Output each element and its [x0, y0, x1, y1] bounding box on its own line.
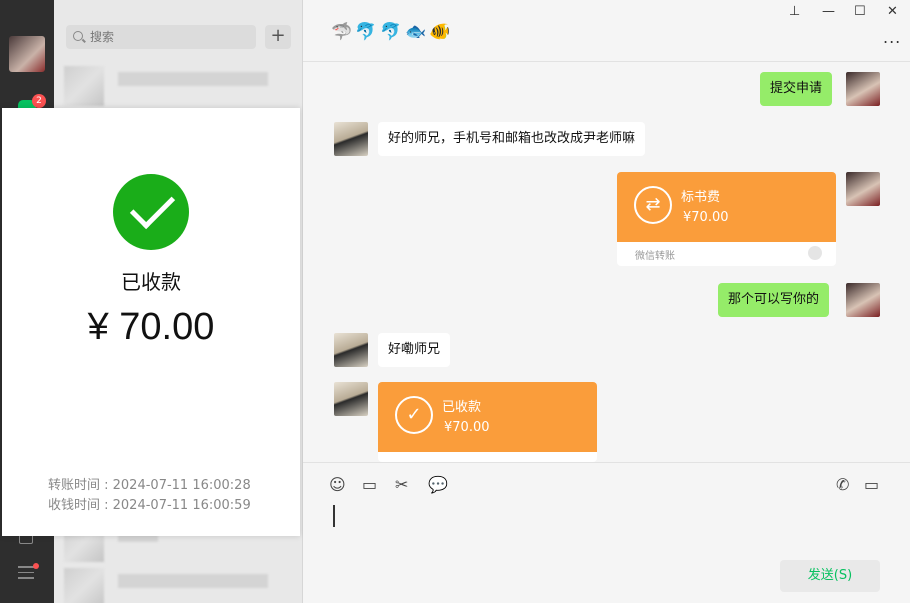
transfer-amount: ¥70.00: [444, 420, 490, 435]
minimize-button[interactable]: —: [822, 4, 835, 19]
chat-window: 🦈 🐬 🐬 🐟 🐠 ⊥ — ☐ ✕ ... 提交申请 好的师兄，手机号和邮箱也改…: [303, 0, 910, 603]
avatar[interactable]: [334, 333, 368, 367]
message-composer: ☺ ▭ ✂ 💬 ✆ ▭ 发送(S): [303, 462, 910, 603]
search-input[interactable]: 搜索: [66, 25, 256, 49]
check-icon: ✓: [395, 396, 433, 434]
more-options-icon[interactable]: ...: [883, 28, 901, 47]
transfer-card[interactable]: ⇄ 标书费 ¥70.00 微信转账: [617, 172, 836, 266]
my-avatar[interactable]: [9, 36, 45, 72]
success-check-icon: [113, 174, 189, 250]
payment-received-panel: 已收款 ¥ 70.00 转账时间 : 2024-07-11 16:00:28 收…: [2, 108, 300, 536]
menu-icon[interactable]: [18, 566, 34, 580]
chat-header: 🦈 🐬 🐬 🐟 🐠 ⊥ — ☐ ✕ ...: [303, 0, 910, 62]
folder-icon[interactable]: ▭: [362, 475, 377, 494]
scissors-icon[interactable]: ✂: [395, 475, 408, 494]
transfer-title: 标书费: [681, 190, 721, 205]
maximize-button[interactable]: ☐: [854, 4, 866, 19]
avatar: [64, 568, 104, 603]
pin-icon[interactable]: ⊥: [789, 4, 800, 19]
shield-icon: [808, 246, 822, 260]
search-icon: [73, 31, 83, 41]
dolphin-emoji-icon: 🐬: [380, 22, 402, 42]
avatar: [64, 66, 104, 106]
avatar[interactable]: [334, 382, 368, 416]
list-item[interactable]: [64, 64, 294, 106]
transfer-time: 转账时间 : 2024-07-11 16:00:28: [48, 478, 251, 493]
fish-emoji-icon: 🐟: [405, 22, 427, 42]
shark-emoji-icon: 🦈: [331, 22, 353, 42]
transfer-card[interactable]: ✓ 已收款 ¥70.00: [378, 382, 597, 462]
receive-time: 收钱时间 : 2024-07-11 16:00:59: [48, 498, 251, 513]
avatar[interactable]: [846, 72, 880, 106]
text-cursor[interactable]: [333, 505, 335, 527]
payment-status: 已收款: [121, 270, 181, 294]
menu-notification-dot: [33, 563, 39, 569]
phone-icon[interactable]: ✆: [836, 475, 849, 494]
message-bubble[interactable]: 好嘞师兄: [378, 333, 451, 367]
send-button[interactable]: 发送(S): [780, 560, 880, 592]
dolphin-emoji-icon: 🐬: [355, 22, 377, 42]
transfer-title: 已收款: [442, 400, 482, 415]
list-item[interactable]: [64, 566, 294, 603]
close-button[interactable]: ✕: [887, 4, 898, 19]
avatar[interactable]: [846, 283, 880, 317]
unread-badge: 2: [32, 94, 46, 108]
video-call-icon[interactable]: ▭: [864, 475, 879, 494]
payment-amount: ¥ 70.00: [87, 306, 215, 348]
list-item-title: [118, 72, 268, 86]
message-bubble[interactable]: 好的师兄，手机号和邮箱也改改成尹老师嘛: [378, 122, 646, 156]
transfer-arrows-icon: ⇄: [634, 186, 672, 224]
transfer-card-header: ✓ 已收款 ¥70.00: [378, 382, 597, 452]
add-button[interactable]: +: [265, 25, 291, 49]
emoji-icon[interactable]: ☺: [329, 475, 346, 494]
list-item-title: [118, 574, 268, 588]
tropical-fish-emoji-icon: 🐠: [429, 22, 451, 42]
transfer-card-header: ⇄ 标书费 ¥70.00: [617, 172, 836, 242]
search-placeholder: 搜索: [90, 30, 115, 44]
avatar[interactable]: [846, 172, 880, 206]
message-bubble[interactable]: 那个可以写你的: [718, 283, 830, 317]
avatar[interactable]: [334, 122, 368, 156]
transfer-amount: ¥70.00: [683, 210, 729, 225]
transfer-footer: 微信转账: [635, 251, 675, 262]
message-bubble[interactable]: 提交申请: [760, 72, 833, 106]
chat-bubble-icon[interactable]: 💬: [428, 475, 448, 494]
